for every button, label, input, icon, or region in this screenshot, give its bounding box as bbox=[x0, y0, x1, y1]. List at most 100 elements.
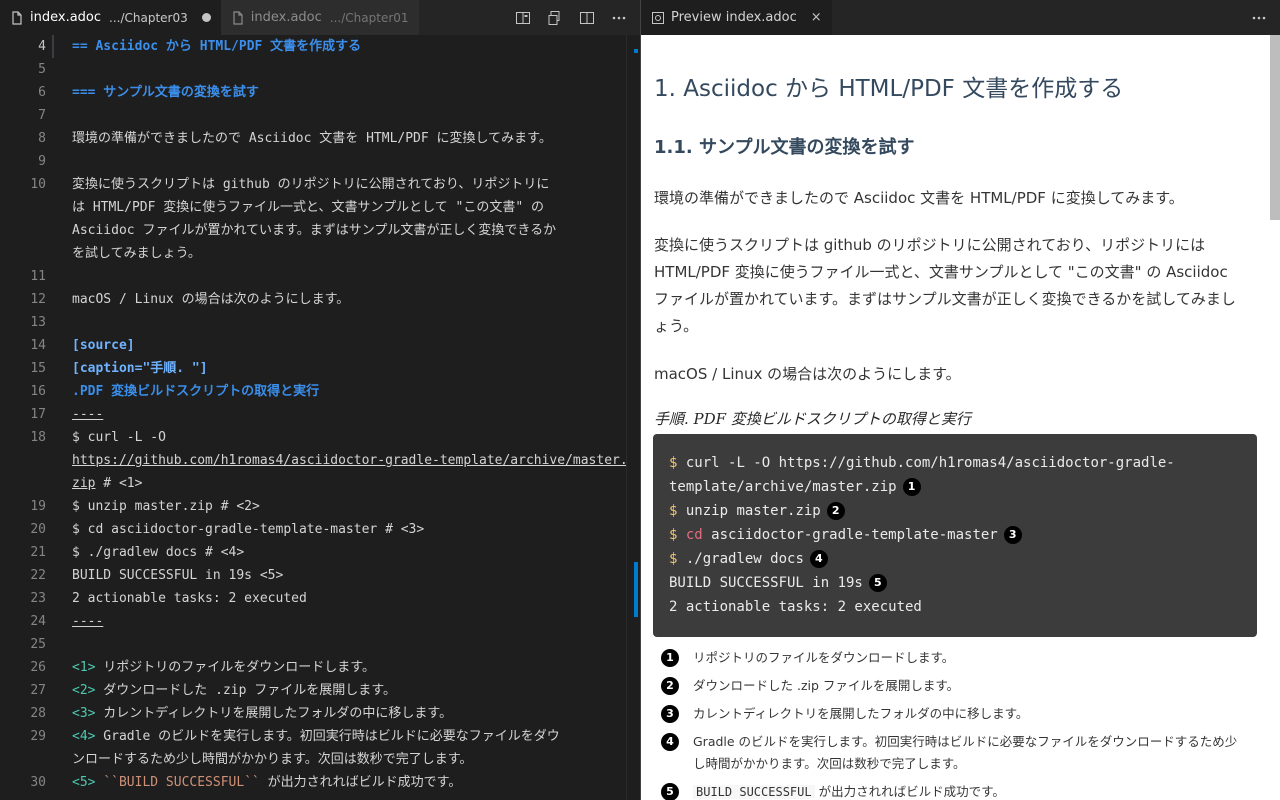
callout-text: BUILD SUCCESSFUL が出力されればビルド成功です。 bbox=[693, 781, 1005, 800]
more-actions-icon[interactable] bbox=[606, 5, 632, 31]
preview-tab-bar: Preview index.adoc × bbox=[641, 0, 1280, 35]
line-number bbox=[0, 196, 46, 219]
code-line[interactable]: 10 変換に使うスクリプトは github のリポジトリに公開されており、リポジト… bbox=[0, 173, 640, 196]
code-line[interactable]: 18 $ curl -L -O bbox=[0, 426, 640, 449]
line-number: 10 bbox=[30, 177, 46, 192]
line-number: 15 bbox=[30, 361, 46, 376]
code-line[interactable]: 22 BUILD SUCCESSFUL in 19s <5> bbox=[0, 564, 640, 587]
asciidoc-preview: 1. Asciidoc から HTML/PDF 文書を作成する 1.1. サンプ… bbox=[641, 35, 1280, 800]
line-number: 21 bbox=[30, 545, 46, 560]
line-text: == Asciidoc から HTML/PDF 文書を作成する bbox=[72, 39, 362, 54]
close-icon[interactable]: × bbox=[811, 10, 822, 25]
paragraph-line: 変換に使うスクリプトは github のリポジトリに公開されており、リポジトリに… bbox=[654, 236, 1206, 254]
tab-label: index.adoc bbox=[250, 10, 322, 25]
code-line[interactable]: 15 [caption="手順. "] bbox=[0, 357, 640, 380]
callout-item: 4 Gradle のビルドを実行します。初回実行時はビルドに必要なファイルをダウン… bbox=[661, 731, 1261, 775]
code-line[interactable]: 24 ---- bbox=[0, 610, 640, 633]
line-number: 4 bbox=[38, 39, 46, 54]
code-line[interactable]: 5 bbox=[0, 58, 640, 81]
code-line[interactable]: zip # <1> bbox=[0, 472, 640, 495]
line-text: .PDF 変換ビルドスクリプトの取得と実行 bbox=[72, 384, 320, 399]
code-editor[interactable]: 4 == Asciidoc から HTML/PDF 文書を作成する 5 6 === サン… bbox=[0, 35, 640, 800]
line-text: $ cd asciidoctor-gradle-template-master … bbox=[72, 522, 425, 537]
more-actions-icon[interactable] bbox=[1246, 5, 1272, 31]
tab-preview-index[interactable]: Preview index.adoc × bbox=[641, 0, 832, 35]
line-number: 6 bbox=[38, 85, 46, 100]
tab-description: .../Chapter01 bbox=[329, 10, 409, 25]
line-number: 20 bbox=[30, 522, 46, 537]
code-line[interactable]: 4 == Asciidoc から HTML/PDF 文書を作成する bbox=[0, 35, 640, 58]
code-line[interactable]: 13 bbox=[0, 311, 640, 334]
callout-line: し時間がかかります。次回は数秒で完了します。 bbox=[693, 756, 966, 771]
code-line[interactable]: 7 bbox=[0, 104, 640, 127]
code-listing-line: BUILD SUCCESSFUL in 19s 5 bbox=[669, 571, 1241, 595]
code-line[interactable]: 21 $ ./gradlew docs # <4> bbox=[0, 541, 640, 564]
line-number: 25 bbox=[30, 637, 46, 652]
line-number: 23 bbox=[30, 591, 46, 606]
code-line[interactable]: ンロードするため少し時間がかかります。次回は数秒で完了します。 bbox=[0, 748, 640, 771]
callout-line: カレントディレクトリを展開したフォルダの中に移します。 bbox=[693, 706, 1029, 721]
line-text: <2> ダウンロードした .zip ファイルを展開します。 bbox=[72, 683, 396, 698]
callout-text: ダウンロードした .zip ファイルを展開します。 bbox=[693, 675, 959, 697]
code-line[interactable]: を試してみましょう。 bbox=[0, 242, 640, 265]
code-line[interactable]: 25 bbox=[0, 633, 640, 656]
callout-text: Gradle のビルドを実行します。初回実行時はビルドに必要なファイルをダウンロ… bbox=[693, 731, 1237, 775]
split-editor-icon[interactable] bbox=[574, 5, 600, 31]
line-number: 24 bbox=[30, 614, 46, 629]
code-line[interactable]: Asciidoc ファイルが置かれています。まずはサンプル文書が正しく変換できる… bbox=[0, 219, 640, 242]
line-number bbox=[0, 242, 46, 265]
tab-chapter01-index[interactable]: index.adoc .../Chapter01 bbox=[220, 0, 419, 35]
line-text: zip # <1> bbox=[72, 476, 143, 491]
callout-number-icon: 3 bbox=[1003, 526, 1022, 544]
line-text: ンロードするため少し時間がかかります。次回は数秒で完了します。 bbox=[72, 752, 473, 767]
code-line[interactable]: 28 <3> カレントディレクトリを展開したフォルダの中に移します。 bbox=[0, 702, 640, 725]
callout-item: 2 ダウンロードした .zip ファイルを展開します。 bbox=[661, 675, 1261, 697]
line-text: $ ./gradlew docs # <4> bbox=[72, 545, 245, 560]
preview-actions bbox=[1246, 0, 1280, 35]
code-listing-line: $ unzip master.zip 2 bbox=[669, 499, 1241, 523]
callout-number-icon: 4 bbox=[661, 733, 679, 751]
callout-item: 5 BUILD SUCCESSFUL が出力されればビルド成功です。 bbox=[661, 781, 1261, 800]
code-line[interactable]: 6 === サンプル文書の変換を試す bbox=[0, 81, 640, 104]
callout-number-icon: 2 bbox=[826, 502, 845, 520]
code-line[interactable]: 27 <2> ダウンロードした .zip ファイルを展開します。 bbox=[0, 679, 640, 702]
code-line[interactable]: 20 $ cd asciidoctor-gradle-template-maste… bbox=[0, 518, 640, 541]
line-number bbox=[0, 449, 46, 472]
code-line[interactable]: 26 <1> リポジトリのファイルをダウンロードします。 bbox=[0, 656, 640, 679]
code-line[interactable]: 16 .PDF 変換ビルドスクリプトの取得と実行 bbox=[0, 380, 640, 403]
code-line[interactable]: 29 <4> Gradle のビルドを実行します。初回実行時はビルドに必要なファイ… bbox=[0, 725, 640, 748]
scrollbar-thumb[interactable] bbox=[634, 562, 638, 617]
code-line[interactable]: 30 <5> ``BUILD SUCCESSFUL`` が出力されればビルド成功で… bbox=[0, 771, 640, 794]
line-text: 2 actionable tasks: 2 executed bbox=[72, 591, 307, 606]
preview-scrollbar[interactable] bbox=[1270, 35, 1280, 800]
open-preview-icon[interactable] bbox=[510, 5, 536, 31]
overview-ruler[interactable] bbox=[626, 35, 640, 800]
code-text: curl -L -O https://github.com/h1romas4/a… bbox=[677, 455, 1175, 471]
code-line[interactable]: 11 bbox=[0, 265, 640, 288]
unsaved-dot-icon[interactable] bbox=[201, 13, 211, 22]
code-line[interactable]: 17 ---- bbox=[0, 403, 640, 426]
paragraph-line: ファイルが置かれています。まずはサンプル文書が正しく変換できるかを試してみまし bbox=[654, 290, 1236, 308]
code-line[interactable]: 19 $ unzip master.zip # <2> bbox=[0, 495, 640, 518]
preview-paragraph-3: macOS / Linux の場合は次のようにします。 bbox=[654, 365, 961, 383]
tab-chapter03-index[interactable]: index.adoc .../Chapter03 bbox=[0, 0, 221, 35]
code-line[interactable]: は HTML/PDF 変換に使うファイル一式と、文書サンプルとして "この文書"… bbox=[0, 196, 640, 219]
line-text: [caption="手順. "] bbox=[72, 361, 208, 376]
code-line[interactable]: https://github.com/h1romas4/asciidoctor-… bbox=[0, 449, 640, 472]
code-line[interactable]: 8 環境の準備ができましたので Asciidoc 文書を HTML/PDF に変換… bbox=[0, 127, 640, 150]
code-text: asciidoctor-gradle-template-master bbox=[702, 527, 998, 543]
code-line[interactable]: 9 bbox=[0, 150, 640, 173]
preview-icon bbox=[652, 11, 664, 24]
preview-scrollbar-thumb[interactable] bbox=[1270, 35, 1280, 220]
code-line[interactable]: 23 2 actionable tasks: 2 executed bbox=[0, 587, 640, 610]
line-text: BUILD SUCCESSFUL in 19s <5> bbox=[72, 568, 284, 583]
line-text: <1> リポジトリのファイルをダウンロードします。 bbox=[72, 660, 376, 675]
line-text: 変換に使うスクリプトは github のリポジトリに公開されており、リポジトリに bbox=[72, 177, 550, 192]
code-line[interactable]: 14 [source] bbox=[0, 334, 640, 357]
line-text: を試してみましょう。 bbox=[72, 246, 201, 261]
code-text: unzip master.zip bbox=[677, 503, 821, 519]
code-line[interactable]: 12 macOS / Linux の場合は次のようにします。 bbox=[0, 288, 640, 311]
shell-builtin: cd bbox=[677, 527, 703, 543]
compare-icon[interactable] bbox=[542, 5, 568, 31]
line-text: は HTML/PDF 変換に使うファイル一式と、文書サンプルとして "この文書"… bbox=[72, 200, 545, 215]
